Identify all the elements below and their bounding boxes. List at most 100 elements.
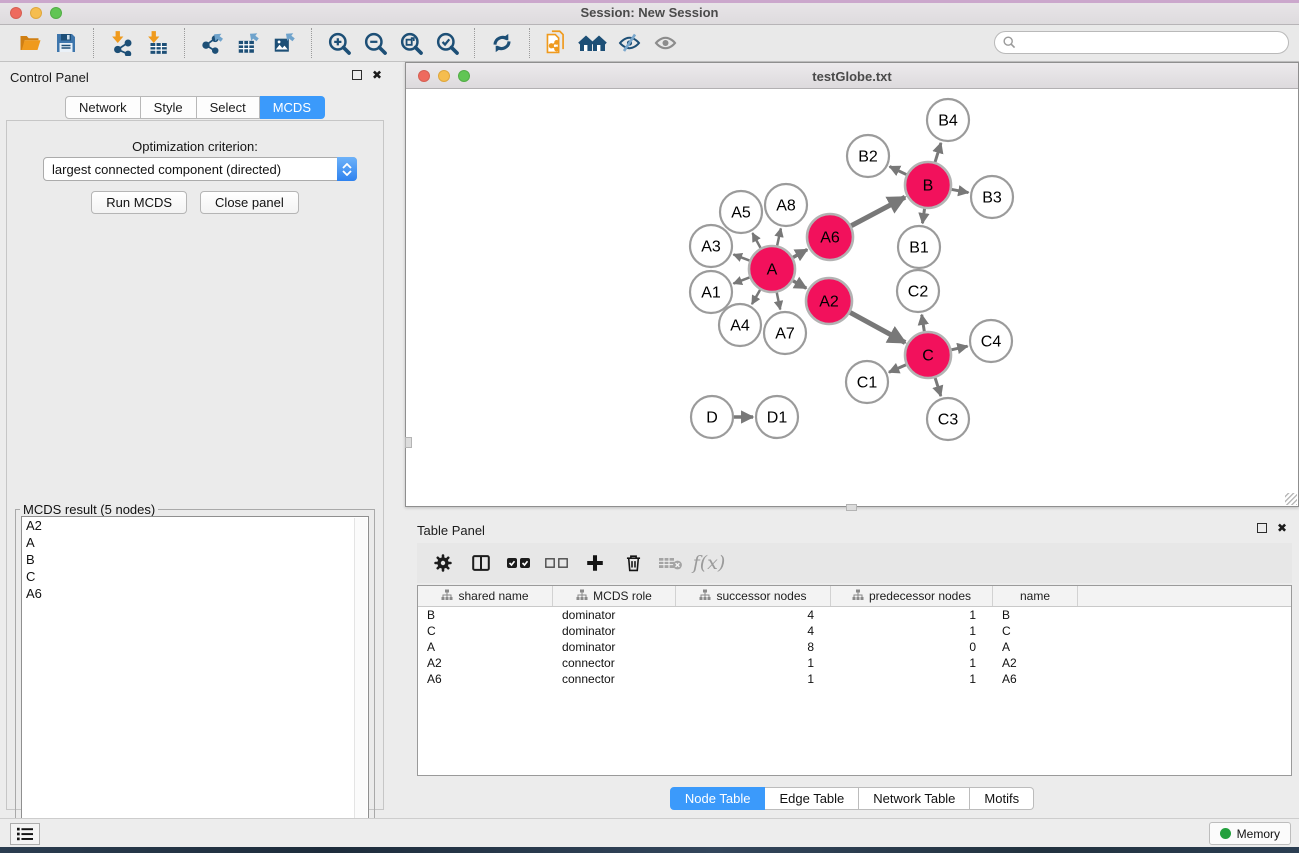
table-row[interactable]: A2connector11A2: [418, 655, 1291, 671]
bottom-splitter-grip[interactable]: [846, 504, 857, 511]
result-item[interactable]: A2: [22, 517, 368, 534]
table-toolbar: f(x): [417, 543, 1292, 583]
unselect-all-columns-icon[interactable]: [541, 548, 573, 578]
toolbar-separator: [529, 28, 530, 58]
tab-network-table[interactable]: Network Table: [859, 787, 970, 810]
result-item[interactable]: B: [22, 551, 368, 568]
table-row[interactable]: Cdominator41C: [418, 623, 1291, 639]
column-header-predecessor-nodes[interactable]: predecessor nodes: [831, 586, 993, 606]
graph-node-C3[interactable]: C3: [927, 398, 969, 440]
graph-node-C1[interactable]: C1: [846, 361, 888, 403]
graph-node-B[interactable]: B: [905, 162, 951, 208]
zoom-selected-icon[interactable]: [430, 28, 464, 58]
tab-motifs[interactable]: Motifs: [970, 787, 1034, 810]
graph-node-A1[interactable]: A1: [690, 271, 732, 313]
graph-node-A3[interactable]: A3: [690, 225, 732, 267]
result-item[interactable]: A6: [22, 585, 368, 602]
column-header-successor-nodes[interactable]: successor nodes: [676, 586, 831, 606]
result-scrollbar[interactable]: [354, 518, 367, 847]
graph-node-A2[interactable]: A2: [806, 278, 852, 324]
select-all-columns-icon[interactable]: [503, 548, 535, 578]
table-row[interactable]: Adominator80A: [418, 639, 1291, 655]
graph-node-C[interactable]: C: [905, 332, 951, 378]
graph-node-B1[interactable]: B1: [898, 226, 940, 268]
apply-layout-icon[interactable]: [485, 28, 519, 58]
float-table-panel-icon[interactable]: [1257, 523, 1267, 533]
delete-table-icon[interactable]: [655, 548, 687, 578]
memory-button[interactable]: Memory: [1209, 822, 1291, 845]
zoom-fit-icon[interactable]: [394, 28, 428, 58]
result-item[interactable]: A: [22, 534, 368, 551]
table-cell: A6: [418, 671, 553, 687]
open-file-icon[interactable]: [13, 28, 47, 58]
run-mcds-button[interactable]: Run MCDS: [91, 191, 187, 214]
delete-column-trash-icon[interactable]: [617, 548, 649, 578]
graph-node-D1[interactable]: D1: [756, 396, 798, 438]
graph-node-D[interactable]: D: [691, 396, 733, 438]
tab-style[interactable]: Style: [141, 96, 197, 119]
graph-node-A8[interactable]: A8: [765, 184, 807, 226]
tab-select[interactable]: Select: [197, 96, 260, 119]
show-hide-graphics-details-icon[interactable]: [612, 28, 646, 58]
table-tabs: Node TableEdge TableNetwork TableMotifs: [405, 787, 1299, 810]
zoom-in-icon[interactable]: [322, 28, 356, 58]
float-panel-icon[interactable]: [352, 70, 362, 80]
column-header-shared-name[interactable]: shared name: [418, 586, 553, 606]
graph-node-C2[interactable]: C2: [897, 270, 939, 312]
zoom-out-icon[interactable]: [358, 28, 392, 58]
search-box[interactable]: [994, 31, 1289, 54]
close-panel-button[interactable]: Close panel: [200, 191, 299, 214]
column-header-MCDS-role[interactable]: MCDS role: [553, 586, 676, 606]
function-builder-icon[interactable]: f(x): [693, 548, 725, 578]
tab-edge-table[interactable]: Edge Table: [765, 787, 859, 810]
graph-node-A6[interactable]: A6: [807, 214, 853, 260]
graph-node-A5[interactable]: A5: [720, 191, 762, 233]
graph-node-B2[interactable]: B2: [847, 135, 889, 177]
optimization-criterion-select[interactable]: largest connected component (directed): [43, 157, 357, 181]
panel-splitter[interactable]: [390, 62, 405, 818]
tab-node-table[interactable]: Node Table: [670, 787, 766, 810]
graph-node-C4[interactable]: C4: [970, 320, 1012, 362]
graph-node-A7[interactable]: A7: [764, 312, 806, 354]
tab-mcds[interactable]: MCDS: [260, 96, 325, 119]
show-column-panel-icon[interactable]: [465, 548, 497, 578]
eye-icon[interactable]: [648, 28, 682, 58]
first-neighbors-icon[interactable]: [576, 28, 610, 58]
resize-grip-icon[interactable]: [1285, 493, 1297, 505]
table-cell: dominator: [553, 607, 676, 623]
graph-node-A4[interactable]: A4: [719, 304, 761, 346]
save-session-icon[interactable]: [49, 28, 83, 58]
graph-node-B4[interactable]: B4: [927, 99, 969, 141]
table-row[interactable]: Bdominator41B: [418, 607, 1291, 623]
svg-text:A2: A2: [819, 294, 839, 311]
export-network-icon[interactable]: [195, 28, 229, 58]
edge-A-A7: [777, 293, 780, 310]
export-table-icon[interactable]: [231, 28, 265, 58]
search-input[interactable]: [1017, 34, 1288, 52]
svg-text:C1: C1: [857, 375, 878, 392]
status-bar: Memory: [0, 818, 1299, 847]
toolbar-separator: [474, 28, 475, 58]
import-table-icon[interactable]: [140, 28, 174, 58]
column-header-name[interactable]: name: [993, 586, 1078, 606]
svg-text:A6: A6: [820, 230, 840, 247]
table-row[interactable]: A6connector11A6: [418, 671, 1291, 687]
export-image-icon[interactable]: [267, 28, 301, 58]
table-cell: A6: [993, 671, 1078, 687]
edge-B-B1: [922, 209, 924, 223]
create-column-plus-icon[interactable]: [579, 548, 611, 578]
close-panel-icon[interactable]: ✖: [372, 70, 382, 80]
new-network-from-selection-icon[interactable]: [540, 28, 574, 58]
edge-C-C2: [922, 315, 925, 332]
tab-network[interactable]: Network: [65, 96, 141, 119]
task-history-button[interactable]: [10, 823, 40, 845]
graph-node-B3[interactable]: B3: [971, 176, 1013, 218]
result-item[interactable]: C: [22, 568, 368, 585]
graph-node-A[interactable]: A: [749, 246, 795, 292]
import-network-icon[interactable]: [104, 28, 138, 58]
close-table-panel-icon[interactable]: ✖: [1277, 523, 1287, 533]
table-settings-gear-icon[interactable]: [427, 548, 459, 578]
mcds-result-list[interactable]: A2ABCA6: [21, 516, 369, 847]
network-canvas[interactable]: B4 B2 B B3 A8A5 A6 A3 B1 A A1 C2 A2 A4A7 C4 C C1 C3 D D1: [406, 89, 1298, 506]
left-splitter-grip[interactable]: [405, 437, 412, 448]
